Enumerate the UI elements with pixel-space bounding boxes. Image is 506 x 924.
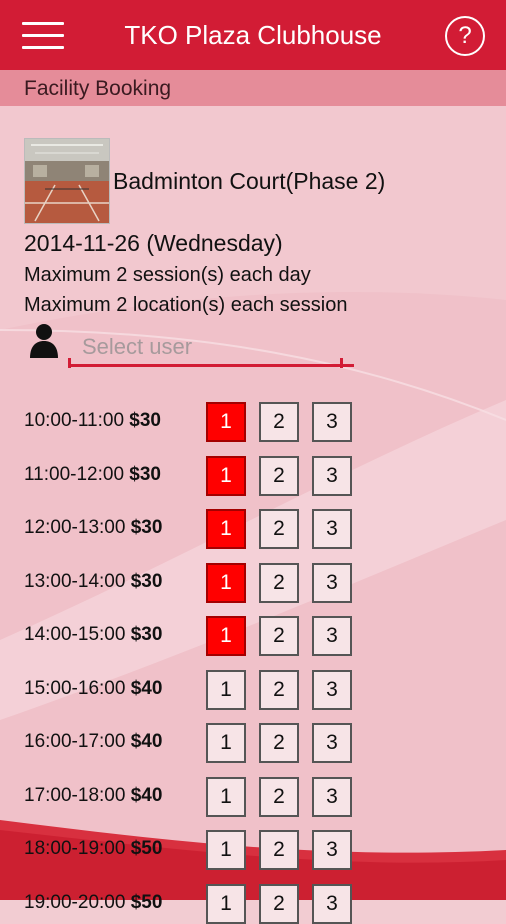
time-slot-row: 16:00-17:00 $40 1 2 3 — [0, 723, 506, 763]
menu-icon[interactable] — [22, 22, 64, 50]
court-2-button[interactable]: 2 — [259, 402, 299, 442]
slot-label: 11:00-12:00 $30 — [24, 464, 161, 486]
court-2-button[interactable]: 2 — [259, 669, 299, 710]
select-user-input[interactable] — [70, 330, 354, 367]
slot-price: $30 — [129, 463, 161, 485]
slot-price: $30 — [130, 570, 163, 592]
court-3-button[interactable]: 3 — [312, 830, 352, 870]
slot-price: $30 — [130, 624, 163, 645]
slot-time: 15:00-16:00 — [24, 677, 126, 699]
location-limit: Maximum 2 location(s) each session — [24, 294, 348, 316]
slot-label: 14:00-15:00 $30 — [24, 624, 162, 646]
time-slot-row: 12:00-13:00 $30 1 2 3 — [0, 509, 506, 549]
slot-time: 12:00-13:00 — [24, 517, 126, 538]
court-1-button[interactable]: 1 — [206, 455, 246, 496]
court-3-button[interactable]: 3 — [312, 455, 352, 496]
court-1-button[interactable]: 1 — [206, 669, 246, 710]
court-3-button[interactable]: 3 — [312, 509, 352, 549]
session-limit: Maximum 2 session(s) each day — [24, 264, 311, 286]
court-2-button[interactable]: 2 — [259, 883, 299, 924]
input-underline-left — [68, 358, 71, 368]
time-slot-row: 11:00-12:00 $30 1 2 3 — [0, 455, 506, 496]
slot-time: 10:00-11:00 — [24, 410, 125, 431]
slot-price: $50 — [130, 891, 163, 913]
time-slot-row: 15:00-16:00 $40 1 2 3 — [0, 669, 506, 710]
slot-time: 14:00-15:00 — [24, 624, 126, 645]
section-title: Facility Booking — [24, 77, 172, 100]
slot-label: 10:00-11:00 $30 — [24, 410, 161, 432]
slot-time: 16:00-17:00 — [24, 731, 126, 752]
help-icon[interactable]: ? — [445, 16, 485, 56]
court-3-button[interactable]: 3 — [312, 616, 352, 656]
court-3-button[interactable]: 3 — [312, 402, 352, 442]
slot-price: $30 — [130, 517, 163, 538]
slot-time: 11:00-12:00 — [24, 463, 125, 485]
slot-label: 18:00-19:00 $50 — [24, 838, 162, 860]
slot-label: 12:00-13:00 $30 — [24, 517, 162, 539]
court-1-button[interactable]: 1 — [206, 883, 246, 924]
slot-label: 17:00-18:00 $40 — [24, 785, 162, 807]
slot-price: $40 — [130, 784, 163, 806]
court-1-button[interactable]: 1 — [206, 509, 246, 549]
court-1-button[interactable]: 1 — [206, 562, 246, 603]
input-underline-right — [340, 358, 343, 368]
court-3-button[interactable]: 3 — [312, 723, 352, 763]
court-2-button[interactable]: 2 — [259, 830, 299, 870]
app-title: TKO Plaza Clubhouse — [124, 20, 382, 50]
slot-time: 13:00-14:00 — [24, 570, 126, 592]
court-3-button[interactable]: 3 — [312, 776, 352, 817]
court-1-button[interactable]: 1 — [206, 830, 246, 870]
time-slot-row: 18:00-19:00 $50 1 2 3 — [0, 830, 506, 870]
slot-price: $50 — [130, 838, 163, 859]
court-1-button[interactable]: 1 — [206, 402, 246, 442]
court-3-button[interactable]: 3 — [312, 562, 352, 603]
time-slot-row: 13:00-14:00 $30 1 2 3 — [0, 562, 506, 603]
court-2-button[interactable]: 2 — [259, 562, 299, 603]
court-1-button[interactable]: 1 — [206, 776, 246, 817]
time-slot-row: 19:00-20:00 $50 1 2 3 — [0, 883, 506, 924]
time-slot-row: 17:00-18:00 $40 1 2 3 — [0, 776, 506, 817]
court-3-button[interactable]: 3 — [312, 669, 352, 710]
booking-content: Badminton Court(Phase 2) 2014-11-26 (Wed… — [0, 106, 506, 924]
court-3-button[interactable]: 3 — [312, 883, 352, 924]
facility-photo — [24, 138, 110, 224]
time-slot-row: 14:00-15:00 $30 1 2 3 — [0, 616, 506, 656]
section-header: Facility Booking — [0, 70, 506, 106]
slot-price: $40 — [130, 731, 163, 752]
user-icon — [30, 324, 58, 358]
court-1-button[interactable]: 1 — [206, 616, 246, 656]
court-2-button[interactable]: 2 — [259, 455, 299, 496]
slot-label: 13:00-14:00 $30 — [24, 571, 162, 593]
court-2-button[interactable]: 2 — [259, 723, 299, 763]
slot-time: 18:00-19:00 — [24, 838, 126, 859]
court-2-button[interactable]: 2 — [259, 776, 299, 817]
slot-time: 19:00-20:00 — [24, 891, 126, 913]
court-2-button[interactable]: 2 — [259, 509, 299, 549]
slot-label: 15:00-16:00 $40 — [24, 678, 162, 700]
facility-name: Badminton Court(Phase 2) — [113, 168, 386, 194]
court-2-button[interactable]: 2 — [259, 616, 299, 656]
slot-time: 17:00-18:00 — [24, 784, 126, 806]
booking-date: 2014-11-26 (Wednesday) — [24, 230, 283, 256]
slot-price: $40 — [130, 677, 163, 699]
slot-price: $30 — [129, 410, 161, 431]
slot-label: 19:00-20:00 $50 — [24, 892, 162, 914]
time-slot-row: 10:00-11:00 $30 1 2 3 — [0, 402, 506, 442]
slot-label: 16:00-17:00 $40 — [24, 731, 162, 753]
app-header: TKO Plaza Clubhouse ? — [0, 0, 506, 70]
court-1-button[interactable]: 1 — [206, 723, 246, 763]
